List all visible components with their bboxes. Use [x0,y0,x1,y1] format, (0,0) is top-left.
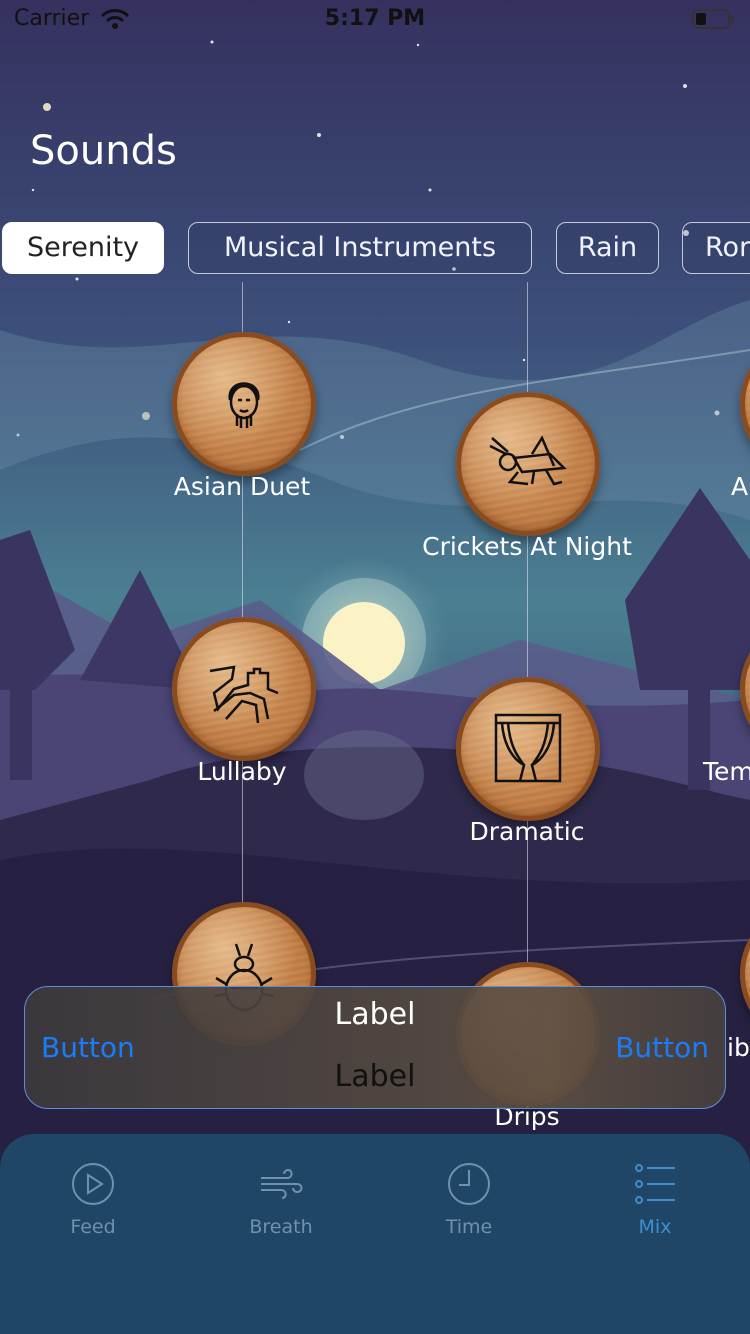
sound-label: Asian Duet [173,472,311,501]
tab-feed-label: Feed [70,1216,116,1238]
player-label-bottom: Label [334,1059,416,1094]
list-icon [635,1164,675,1204]
sound-label: Dramatic [469,817,585,846]
sound-bubble-crickets-at-night[interactable] [456,392,600,536]
sound-label: A [731,472,749,501]
status-bar: Carrier 5:17 PM [0,0,750,40]
clock-icon [448,1163,490,1205]
bottom-tab-bar: Feed Breath Time Mix [0,1134,750,1334]
theater-curtain-icon [494,713,562,783]
wind-icon [261,1168,303,1199]
tab-musical-instruments[interactable]: Musical Instruments [188,222,532,274]
sound-bubble-lullaby[interactable] [172,617,316,761]
clock-label: 5:17 PM [324,6,426,31]
sound-label: Lullaby [197,757,287,786]
sound-bubble-asian-duet[interactable] [172,332,316,476]
player-right-button[interactable]: Button [615,1031,709,1064]
hanging-string [527,282,528,982]
tab-breath-label: Breath [249,1216,313,1238]
tab-time-label: Time [445,1216,493,1238]
sound-label: ibe [727,1033,750,1062]
tab-mix[interactable]: Mix [595,1160,715,1238]
page-title: Sounds [30,128,177,174]
cricket-icon [489,435,567,486]
tab-mix-label: Mix [638,1216,672,1238]
mix-player-panel: Button Label Label Button [24,986,726,1109]
tab-time[interactable]: Time [409,1160,529,1238]
play-circle-icon [72,1163,114,1205]
bearded-man-icon [228,382,260,428]
tab-rain[interactable]: Rain [556,222,659,274]
tab-serenity[interactable]: Serenity [2,222,164,274]
sound-label: Crickets At Night [422,532,632,561]
battery-icon [692,9,734,29]
tab-feed[interactable]: Feed [33,1160,153,1238]
tab-romantic[interactable]: Ror [682,222,750,274]
great-wall-icon [209,665,279,724]
category-tabs: Serenity Musical Instruments Rain Ror [0,222,750,276]
sound-bubble-dramatic[interactable] [456,677,600,821]
tab-breath[interactable]: Breath [221,1160,341,1238]
player-label-top: Label [334,997,416,1032]
sound-label: Tem [703,757,750,786]
